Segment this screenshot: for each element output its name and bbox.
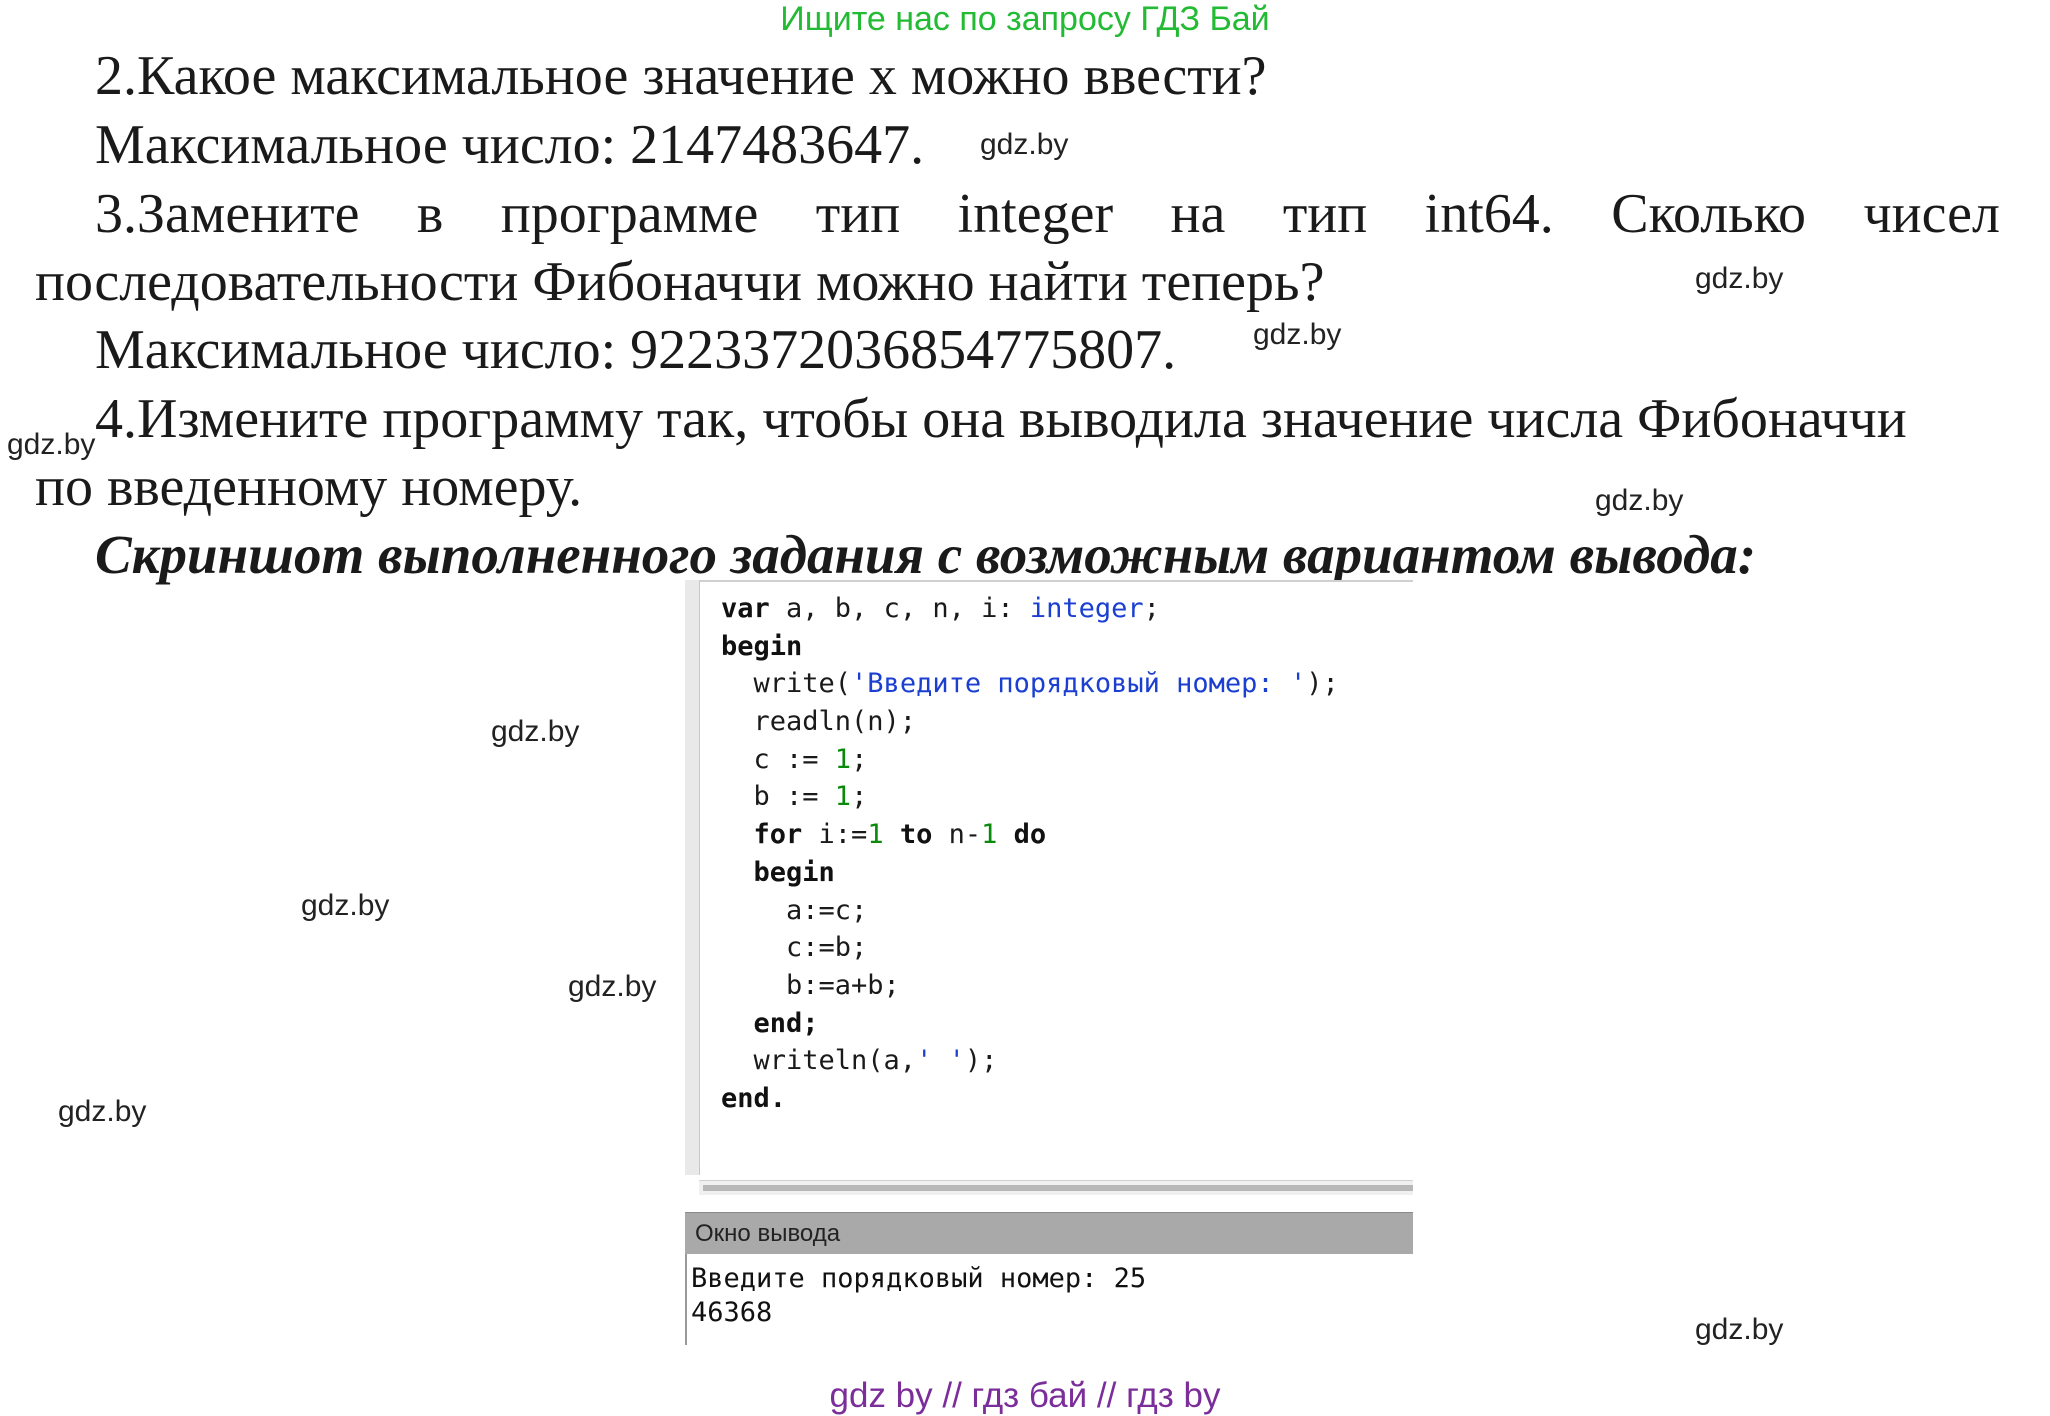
code-number: 1: [867, 819, 884, 851]
code-text: writeln(a,: [721, 1045, 917, 1077]
q3-word: тип: [1282, 183, 1368, 245]
output-window: Введите порядковый номер: 25 46368: [685, 1254, 1413, 1345]
code-keyword: var: [721, 593, 770, 624]
watermark: gdz.by: [301, 889, 390, 922]
code-number: 1: [834, 781, 852, 813]
q3-word: в: [416, 183, 444, 245]
editor-top-border: [699, 580, 1413, 582]
code-text: ;: [851, 781, 868, 813]
watermark: gdz.by: [1695, 262, 1784, 295]
code-string: 'Введите порядковый номер: ': [851, 668, 1307, 700]
code-text: c :=: [721, 743, 835, 775]
q3-word: программе: [500, 183, 759, 245]
code-line: begin: [721, 856, 835, 888]
code-text: );: [1306, 668, 1339, 700]
question-4-line-2: по введенному номеру.: [35, 456, 583, 518]
code-text: n-: [932, 819, 982, 851]
code-line: b:=a+b;: [721, 969, 900, 1001]
code-keyword: to: [899, 819, 933, 851]
answer-2: Максимальное число: 2147483647.: [95, 114, 925, 176]
code-text: );: [964, 1045, 998, 1077]
q3-word: integer: [957, 183, 1114, 245]
q3-word: чисел: [1863, 183, 2000, 245]
code-text: a, b, c, n, i:: [769, 593, 1030, 624]
code-line: end.: [721, 1082, 787, 1114]
code-line: c := 1;: [721, 741, 1339, 779]
code-text: write(: [721, 668, 852, 700]
output-line: 46368: [691, 1297, 773, 1328]
watermark: gdz.by: [980, 128, 1069, 161]
code-area: var a, b, c, n, i: integer; begin write(…: [721, 590, 1339, 1118]
code-type: integer: [1029, 593, 1144, 624]
code-text: ;: [1143, 593, 1160, 624]
output-window-header: Окно вывода: [685, 1212, 1413, 1254]
top-banner[interactable]: Ищите нас по запросу ГДЗ Бай: [0, 0, 2050, 39]
watermark: gdz.by: [491, 715, 580, 748]
code-line: for i:=1 to n-1 do: [721, 816, 1339, 854]
q3-word: int64.: [1424, 183, 1554, 245]
code-text: ;: [851, 743, 868, 775]
code-keyword: do: [1013, 819, 1047, 851]
q3-word: тип: [815, 183, 901, 245]
watermark: gdz.by: [7, 428, 96, 461]
code-line: readln(n);: [721, 706, 917, 738]
scrollbar-thumb: [703, 1185, 1413, 1191]
code-number: 1: [981, 819, 998, 851]
screenshot-heading: Скриншот выполненного задания с возможны…: [95, 524, 1757, 585]
editor-gutter: [685, 580, 700, 1175]
question-3-line-2: последовательности Фибоначчи можно найти…: [35, 251, 1325, 313]
watermark: gdz.by: [1695, 1313, 1784, 1346]
code-number: 1: [834, 743, 852, 775]
watermark: gdz.by: [1253, 318, 1342, 351]
watermark: gdz.by: [568, 970, 657, 1003]
q3-word: на: [1170, 183, 1226, 245]
output-text: Введите порядковый номер: 25 46368: [691, 1262, 1146, 1330]
code-editor-screenshot: var a, b, c, n, i: integer; begin write(…: [685, 580, 1413, 1345]
code-line: write('Введите порядковый номер: ');: [721, 665, 1339, 703]
horizontal-scrollbar: [699, 1180, 1413, 1195]
output-line: Введите порядковый номер: 25: [691, 1263, 1147, 1294]
watermark: gdz.by: [58, 1095, 147, 1128]
code-line: a:=c;: [721, 894, 868, 926]
code-keyword: for: [721, 819, 803, 851]
question-3-line-1: 3.Замените в программе тип integer на ти…: [95, 186, 2000, 242]
code-text: b :=: [721, 781, 835, 813]
question-4-line-1: 4.Измените программу так, чтобы она выво…: [95, 388, 1907, 450]
code-line: writeln(a,' ');: [721, 1042, 1339, 1080]
code-line: c:=b;: [721, 932, 868, 964]
q3-word: 3.Замените: [95, 183, 360, 245]
answer-3: Максимальное число: 9223372036854775807.: [95, 319, 1177, 381]
code-line: var a, b, c, n, i: integer;: [721, 590, 1339, 628]
code-text: i:=: [802, 819, 868, 851]
q3-word: Сколько: [1611, 183, 1807, 245]
code-line: b := 1;: [721, 778, 1339, 816]
code-line: end;: [721, 1007, 819, 1039]
watermark: gdz.by: [1595, 484, 1684, 517]
code-line: begin: [721, 630, 803, 662]
question-2: 2.Какое максимальное значение х можно вв…: [95, 45, 1267, 107]
code-string: ' ': [916, 1045, 965, 1077]
footer-links[interactable]: gdz by // гдз бай // гдз by: [0, 1376, 2050, 1416]
